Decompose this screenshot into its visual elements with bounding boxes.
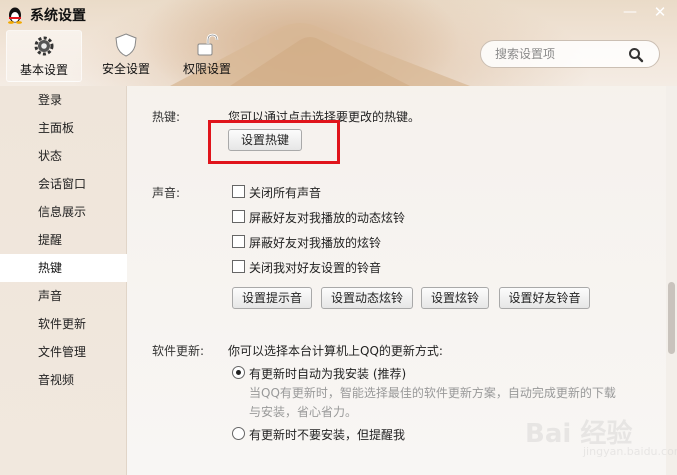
baidu-watermark: Bai 经验 jingyan.baidu.com <box>525 405 677 465</box>
tab-label: 权限设置 <box>182 62 231 76</box>
radio-label: 有更新时自动为我安装 (推荐) <box>249 367 407 381</box>
checkbox-block-dynamic-ring[interactable] <box>232 210 245 223</box>
set-friend-ringtone-button[interactable]: 设置好友铃音 <box>499 287 590 309</box>
checkbox-block-ring[interactable] <box>232 235 245 248</box>
sidebar-item-software-update[interactable]: 软件更新 <box>0 310 127 338</box>
sidebar-item-reminder[interactable]: 提醒 <box>0 226 127 254</box>
tab-security-settings[interactable]: 安全设置 <box>92 30 160 82</box>
close-button[interactable]: ✕ <box>650 2 670 22</box>
radio-auto-install[interactable] <box>232 366 245 379</box>
search-icon[interactable] <box>627 46 645 64</box>
unlock-icon <box>197 33 219 56</box>
sidebar-item-info-display[interactable]: 信息展示 <box>0 198 127 226</box>
shield-icon <box>115 33 137 57</box>
settings-window: 系统设置 — ✕ 基本设置 安全设置 权限设置 搜索设置项 登录 主面板 状态 … <box>0 0 677 475</box>
sidebar-item-main-panel[interactable]: 主面板 <box>0 114 127 142</box>
set-ring-button[interactable]: 设置炫铃 <box>421 287 489 309</box>
watermark-subtext: jingyan.baidu.com <box>583 445 677 458</box>
update-hint: 当QQ有更新时，智能选择最佳的软件更新方案，自动完成更新的下载 <box>249 386 616 400</box>
checkbox-mute-all[interactable] <box>232 185 245 198</box>
highlight-box <box>208 120 340 164</box>
header-banner: 系统设置 — ✕ 基本设置 安全设置 权限设置 <box>0 0 677 86</box>
radio-notify-only[interactable] <box>232 427 245 440</box>
checkbox-label: 屏蔽好友对我播放的炫铃 <box>249 236 382 250</box>
sidebar-item-chat-window[interactable]: 会话窗口 <box>0 170 127 198</box>
sound-section-label: 声音: <box>152 186 181 200</box>
minimize-button[interactable]: — <box>620 2 640 22</box>
search-input[interactable] <box>495 47 625 61</box>
sidebar-item-file-management[interactable]: 文件管理 <box>0 338 127 366</box>
checkbox-label: 关闭所有声音 <box>249 186 322 200</box>
sidebar-item-login[interactable]: 登录 <box>0 86 127 114</box>
gear-icon <box>34 36 54 56</box>
tab-basic-settings[interactable]: 基本设置 <box>6 30 82 82</box>
sidebar-item-sound[interactable]: 声音 <box>0 282 127 310</box>
sidebar: 登录 主面板 状态 会话窗口 信息展示 提醒 热键 声音 软件更新 文件管理 音… <box>0 86 127 475</box>
checkbox-disable-friend-ringtone[interactable] <box>232 260 245 273</box>
tab-permission-settings[interactable]: 权限设置 <box>172 30 242 82</box>
qq-penguin-icon <box>8 7 22 24</box>
tab-label: 安全设置 <box>101 62 150 76</box>
search-box <box>480 40 660 68</box>
checkbox-label: 关闭我对好友设置的铃音 <box>249 261 382 275</box>
set-dynamic-ring-button[interactable]: 设置动态炫铃 <box>321 287 413 309</box>
update-section-label: 软件更新: <box>152 344 205 358</box>
set-notify-sound-button[interactable]: 设置提示音 <box>232 287 312 309</box>
sidebar-item-audio-video[interactable]: 音视频 <box>0 366 127 394</box>
sidebar-item-hotkey[interactable]: 热键 <box>0 254 127 282</box>
scroll-thumb[interactable] <box>668 282 675 354</box>
hotkey-section-label: 热键: <box>152 110 181 124</box>
tab-label: 基本设置 <box>19 63 68 77</box>
update-hint: 与安装，省心省力。 <box>249 405 358 419</box>
window-title: 系统设置 <box>30 8 86 24</box>
update-description: 你可以选择本台计算机上QQ的更新方式: <box>228 344 443 358</box>
checkbox-label: 屏蔽好友对我播放的动态炫铃 <box>249 211 406 225</box>
radio-label: 有更新时不要安装，但提醒我 <box>249 428 406 442</box>
sidebar-item-status[interactable]: 状态 <box>0 142 127 170</box>
